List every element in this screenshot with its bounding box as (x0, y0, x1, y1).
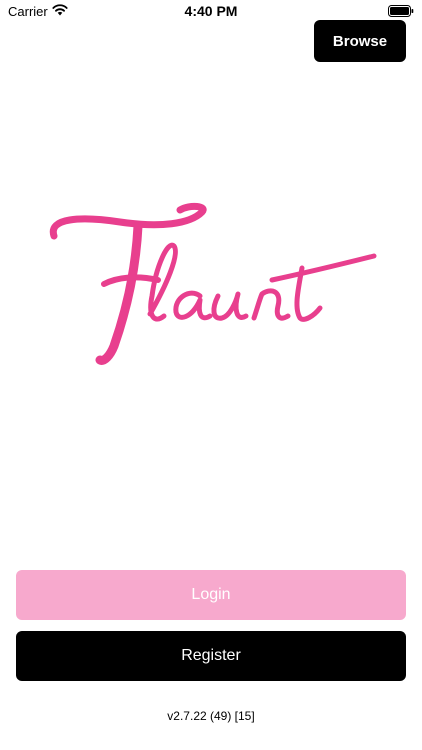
version-label: v2.7.22 (49) [15] (167, 709, 255, 723)
login-button[interactable]: Login (16, 570, 406, 620)
browse-button[interactable]: Browse (314, 20, 406, 62)
status-time: 4:40 PM (184, 3, 238, 19)
register-button[interactable]: Register (16, 631, 406, 681)
flaunt-logo (49, 202, 377, 365)
battery-icon (388, 5, 414, 17)
